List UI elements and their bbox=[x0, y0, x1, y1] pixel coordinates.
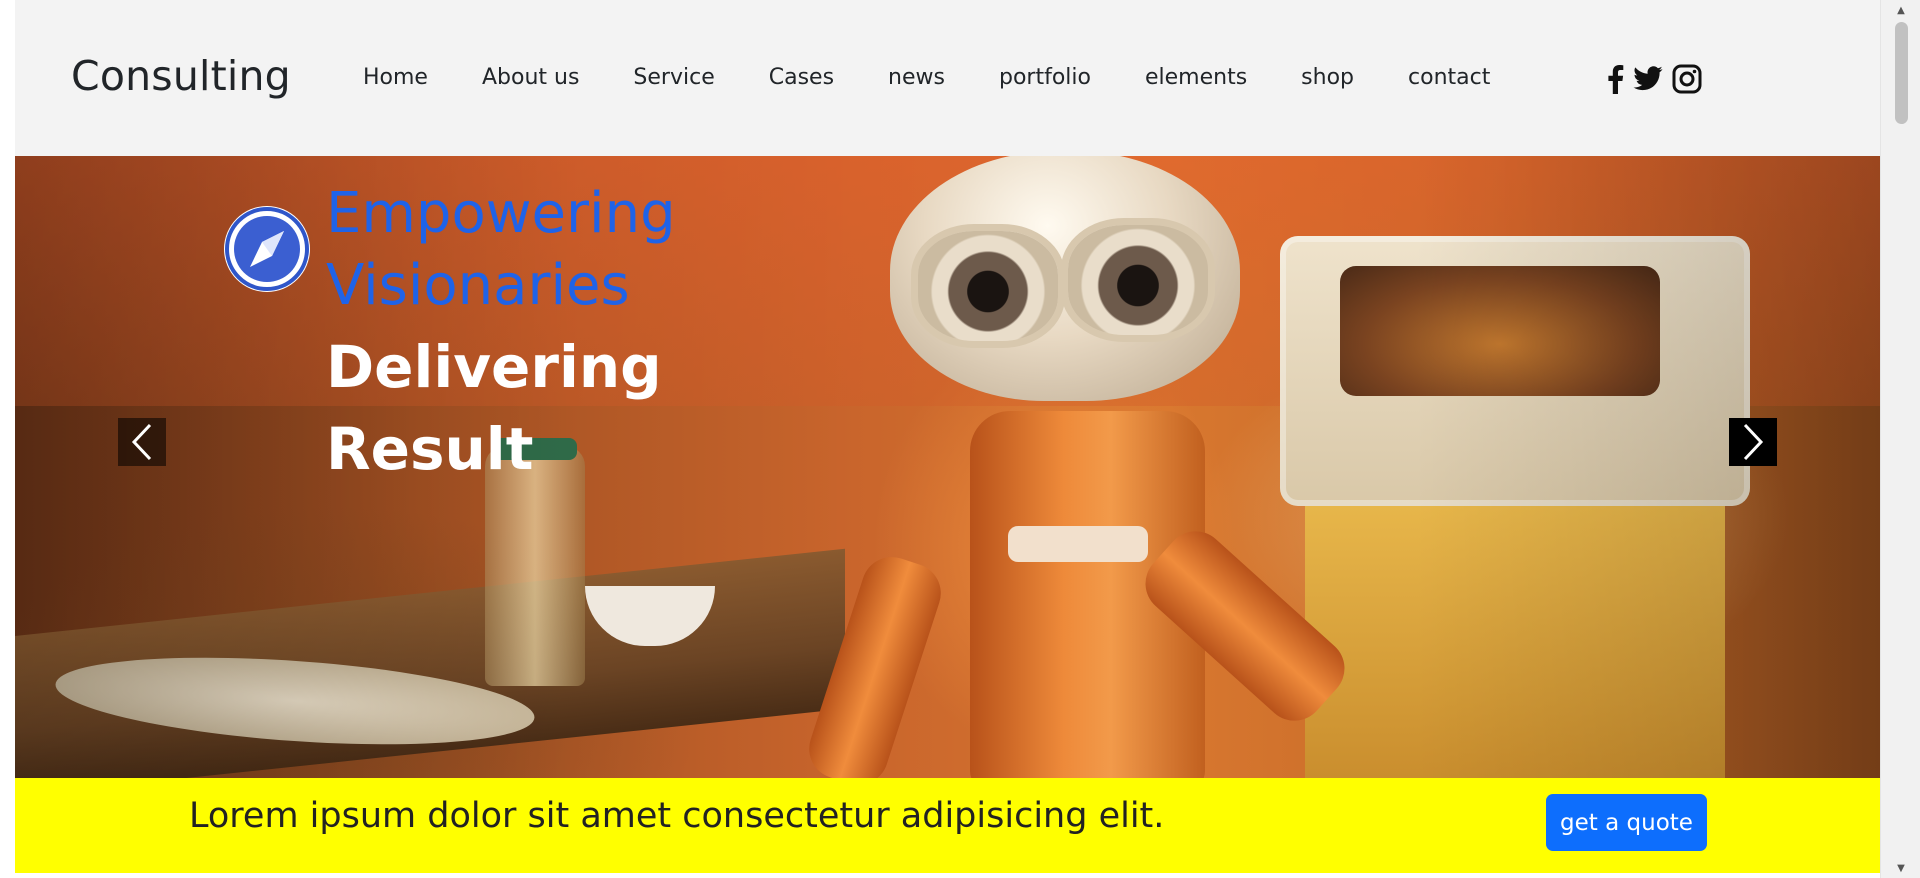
nav-cases[interactable]: Cases bbox=[742, 63, 861, 93]
facebook-icon[interactable] bbox=[1606, 63, 1624, 95]
chevron-right-icon bbox=[1743, 423, 1764, 461]
hero-title-primary: Empowering Visionaries bbox=[326, 181, 676, 318]
carousel-prev-button[interactable] bbox=[118, 418, 166, 466]
brand-logo[interactable]: Consulting bbox=[71, 52, 291, 100]
main-nav: Home About us Service Cases news portfol… bbox=[348, 63, 1517, 93]
hero-carousel: Empowering Visionaries Delivering Result bbox=[15, 156, 1880, 778]
instagram-icon[interactable] bbox=[1672, 63, 1702, 95]
nav-about-us[interactable]: About us bbox=[455, 63, 606, 93]
scroll-down-icon[interactable]: ▼ bbox=[1881, 858, 1920, 878]
banner-text: Lorem ipsum dolor sit amet consectetur a… bbox=[189, 796, 1165, 836]
scroll-up-icon[interactable]: ▲ bbox=[1881, 0, 1920, 20]
nav-contact[interactable]: contact bbox=[1381, 63, 1517, 93]
compass-icon bbox=[222, 204, 312, 294]
carousel-next-button[interactable] bbox=[1729, 418, 1777, 466]
site-header: Consulting Home About us Service Cases n… bbox=[15, 0, 1880, 156]
nav-shop[interactable]: shop bbox=[1274, 63, 1381, 93]
page: Consulting Home About us Service Cases n… bbox=[0, 0, 1920, 878]
vertical-scrollbar[interactable]: ▲ ▼ bbox=[1880, 0, 1920, 878]
nav-news[interactable]: news bbox=[861, 63, 972, 93]
nav-home[interactable]: Home bbox=[348, 63, 455, 93]
get-quote-button[interactable]: get a quote bbox=[1546, 794, 1707, 851]
nav-portfolio[interactable]: portfolio bbox=[972, 63, 1118, 93]
scroll-thumb[interactable] bbox=[1895, 22, 1908, 124]
chevron-left-icon bbox=[131, 423, 152, 461]
nav-elements[interactable]: elements bbox=[1118, 63, 1274, 93]
nav-service[interactable]: Service bbox=[606, 63, 741, 93]
left-gutter bbox=[0, 0, 15, 878]
hero-title-secondary: Delivering Result bbox=[326, 333, 662, 483]
cta-banner: Lorem ipsum dolor sit amet consectetur a… bbox=[15, 778, 1880, 873]
social-links bbox=[1606, 63, 1702, 95]
twitter-icon[interactable] bbox=[1633, 63, 1663, 95]
